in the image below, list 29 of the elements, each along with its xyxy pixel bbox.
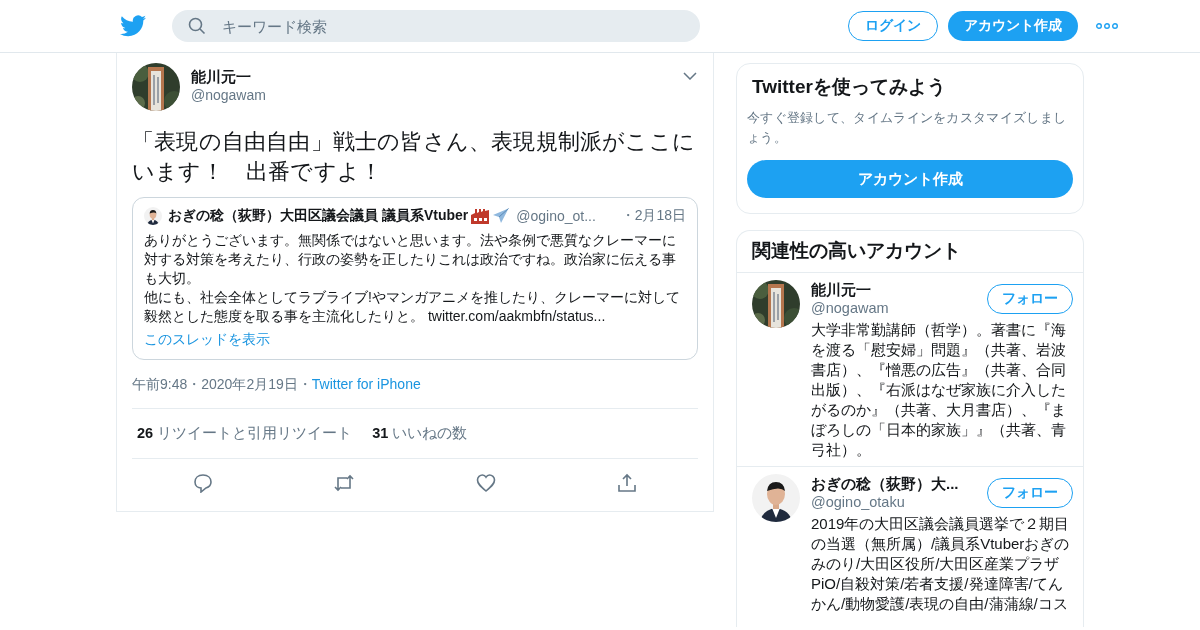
account-bio: 大学非常勤講師（哲学）。著書に『海を渡る「慰安婦」問題』（共著、岩波書店）、『憎悪の広告』（共著、合同出版）、『右派はなぜ家族に介入したがるのか』（共著、大月書店）、『まぼろしの「日本的家族」』（共著、青弓社）。 — [811, 320, 1067, 460]
signup-button[interactable]: アカウント作成 — [747, 160, 1073, 198]
login-button[interactable]: ログイン — [848, 11, 938, 41]
search-field[interactable]: キーワード検索 — [172, 10, 700, 42]
author-handle[interactable]: @nogawam — [191, 86, 683, 105]
account-handle[interactable]: @nogawam — [811, 299, 987, 318]
signup-button[interactable]: アカウント作成 — [948, 11, 1078, 41]
account-name[interactable]: おぎの稔（荻野）大... — [811, 474, 987, 493]
follow-button[interactable]: フォロー — [987, 478, 1073, 508]
show-thread-link[interactable]: このスレッドを表示 — [144, 330, 686, 349]
quoted-tweet-text: ありがとうございます。無関係ではないと思います。法や条例で悪質なクレーマーに対する対策を考えたり、行政の姿勢を正したりこれは政治ですね。政治家に伝える事も大切。 — [144, 231, 677, 288]
tweet-timestamp[interactable]: 午前9:48・2020年2月19日・ — [132, 376, 312, 392]
card-description: 今すぐ登録して、タイムラインをカスタマイズしましょう。 — [747, 109, 1068, 147]
card-title: 関連性の高いアカウント — [737, 231, 1083, 273]
quoted-tweet-date: ・2月18日 — [620, 207, 686, 225]
tweet-text: 「表現の自由自由」戦士の皆さん、表現規制派がここにいます！ 出番ですよ！ — [132, 128, 696, 186]
card-title: Twitterを使ってみよう — [751, 75, 947, 99]
account-bio: 2019年の大田区議会議員選挙で２期目の当選（無所属）/議員系Vtuberおぎのみのり/大田区役所/大田区産業プラザPiO/自殺対策/若者支援/発達障害/てんかん/動物愛護/表現の自由/蒲蒲線/コス — [811, 514, 1071, 614]
quoted-author-handle: @ogino_ot... — [516, 208, 596, 224]
quoted-author-name: おぎの稔（荻野）大田区議会議員 議員系Vtuber — [168, 207, 469, 225]
quoted-tweet-text: 他にも、社会全体としてラブライブ!やマンガアニメを推したり、クレーマーに対して毅然とした態度を取る事を主流化したりと。 twitter.com/aakmbfn/status... — [144, 288, 681, 326]
stat-count[interactable]: 31 いいねの数 — [372, 422, 468, 445]
account-name[interactable]: 能川元一 — [811, 280, 987, 299]
stat-count[interactable]: 26 リツイートと引用リツイート — [137, 422, 353, 445]
tweet-link[interactable]: twitter.com/aakmbfn/status... — [427, 308, 606, 324]
follow-button[interactable]: フォロー — [987, 284, 1073, 314]
author-name[interactable]: 能川元一 — [191, 67, 683, 86]
source-link[interactable]: Twitter for iPhone — [311, 376, 421, 392]
account-handle[interactable]: @ogino_otaku — [811, 493, 987, 512]
